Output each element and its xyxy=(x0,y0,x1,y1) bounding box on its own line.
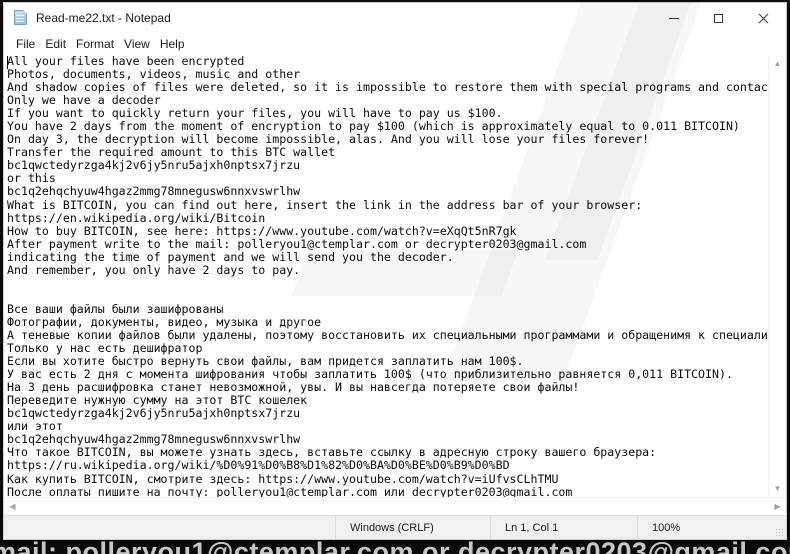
menu-item-help[interactable]: Help xyxy=(155,36,190,53)
status-cursor-position: Ln 1, Col 1 xyxy=(490,516,637,539)
editor-line: bc1q2ehqchyuw4hgaz2mmg78mnegusw6nnxvswrl… xyxy=(7,184,301,199)
close-button[interactable] xyxy=(741,3,786,33)
editor-line: After payment write to the mail: pollery… xyxy=(7,236,587,251)
status-line-ending: Windows (CRLF) xyxy=(335,516,490,539)
vertical-scrollbar[interactable]: ▲ ▼ xyxy=(768,55,786,497)
editor-line: And remember, you only have 2 days to pa… xyxy=(7,262,301,277)
editor-line: https://en.wikipedia.org/wiki/Bitcoin xyxy=(7,210,266,225)
editor-line: What is BITCOIN, you can find out here, … xyxy=(7,197,643,212)
title-bar[interactable]: Read-me22.txt - Notepad xyxy=(4,3,786,34)
maximize-icon xyxy=(714,13,723,23)
text-caret xyxy=(7,56,8,69)
status-zoom-level: 100% xyxy=(637,516,770,539)
minimize-icon xyxy=(668,17,679,19)
menu-item-format[interactable]: Format xyxy=(71,36,119,53)
resize-grip-icon[interactable] xyxy=(770,516,786,539)
title-bar-left: Read-me22.txt - Notepad xyxy=(4,10,651,26)
editor-line: bc1qwctedyrzga4kj2v6jy5nru5ajxh0nptsx7jr… xyxy=(7,406,301,421)
editor-area: All your files have been encrypted Photos… xyxy=(4,55,786,497)
editor-line: https://ru.wikipedia.org/wiki/%D0%91%D0%… xyxy=(7,458,510,473)
minimize-button[interactable] xyxy=(651,3,696,33)
window-title: Read-me22.txt - Notepad xyxy=(36,11,171,25)
editor-line: How to buy BITCOIN, see here: https://ww… xyxy=(7,223,517,238)
close-icon xyxy=(758,13,769,24)
scroll-up-icon[interactable]: ▲ xyxy=(769,55,786,72)
editor-line: После оплаты пишите на почту: polleryou1… xyxy=(7,484,573,497)
editor-line: indicating the time of payment and we wi… xyxy=(7,249,454,264)
notepad-document-icon xyxy=(13,10,29,26)
editor-line: bc1qwctedyrzga4kj2v6jy5nru5ajxh0nptsx7jr… xyxy=(7,158,301,173)
menu-item-edit[interactable]: Edit xyxy=(40,36,71,53)
notepad-window: Read-me22.txt - Notepad File Edit Format… xyxy=(3,2,787,540)
horizontal-scrollbar[interactable]: ◀ ▶ xyxy=(4,497,786,515)
scroll-down-icon[interactable]: ▼ xyxy=(769,480,786,497)
menu-bar: File Edit Format View Help xyxy=(4,34,786,55)
maximize-button[interactable] xyxy=(696,3,741,33)
scroll-left-icon[interactable]: ◀ xyxy=(4,498,21,515)
menu-item-view[interactable]: View xyxy=(119,36,155,53)
scroll-right-icon[interactable]: ▶ xyxy=(769,498,786,515)
status-bar: Windows (CRLF) Ln 1, Col 1 100% xyxy=(4,515,786,539)
menu-item-file[interactable]: File xyxy=(11,36,40,53)
text-editor[interactable]: All your files have been encrypted Photos… xyxy=(4,55,768,497)
editor-line: Все ваши файлы были зашифрованы xyxy=(7,301,224,316)
editor-line: Как купить BITCOIN, смотрите здесь: http… xyxy=(7,471,559,486)
window-controls xyxy=(651,3,786,33)
